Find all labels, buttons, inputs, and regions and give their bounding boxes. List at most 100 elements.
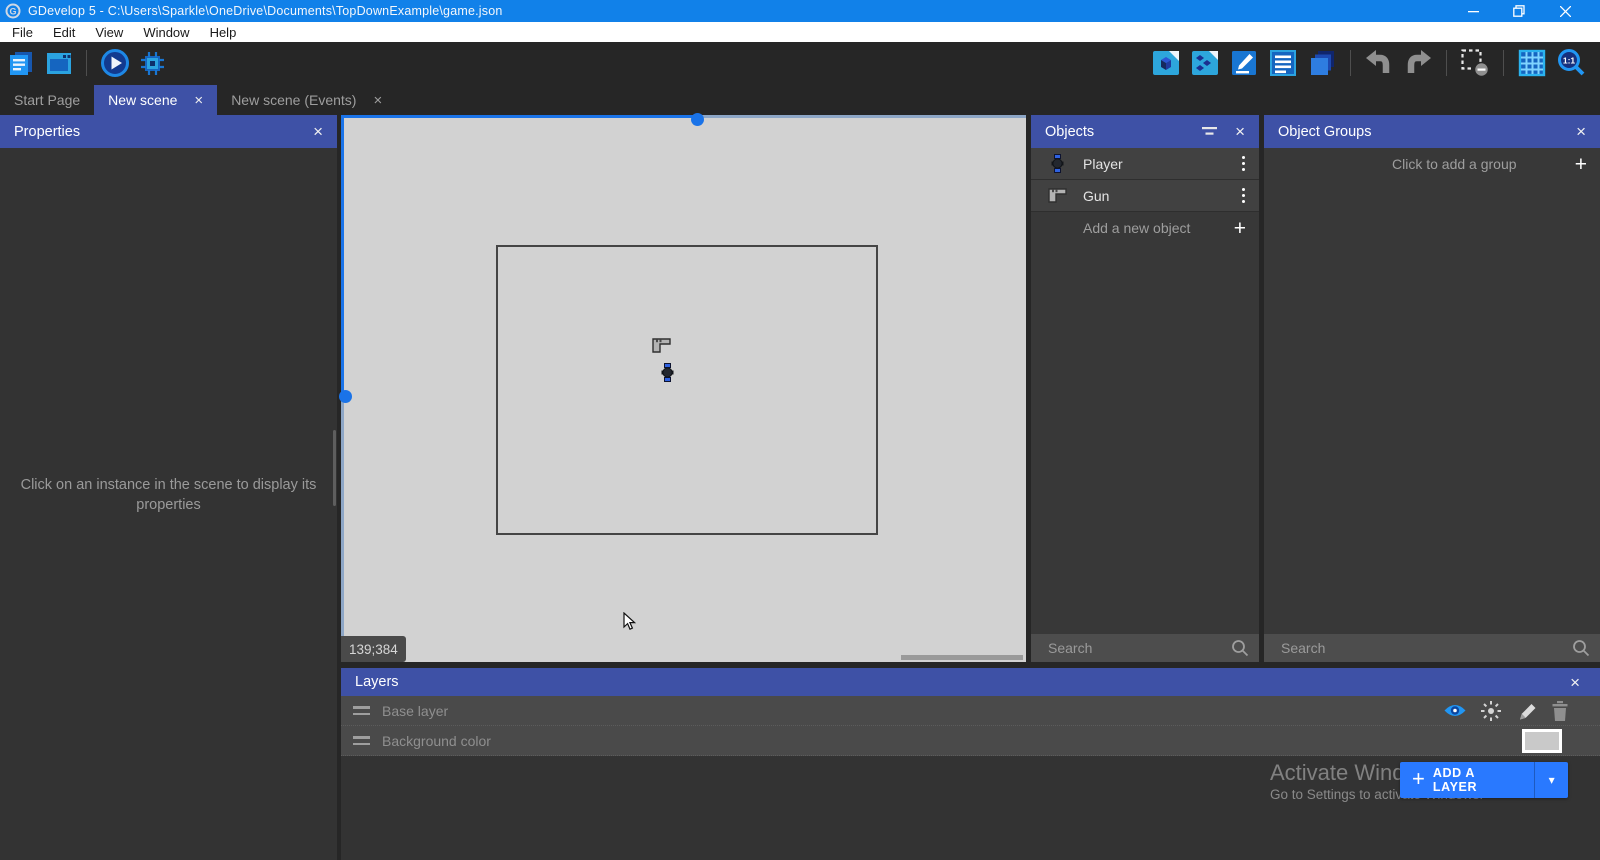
properties-panel: Properties × Click on an instance in the…	[0, 115, 337, 860]
toolbar-separator	[86, 50, 87, 76]
debug-icon[interactable]	[137, 48, 167, 78]
layer-effects-icon[interactable]	[1480, 700, 1502, 722]
add-group-button[interactable]: Click to add a group +	[1264, 148, 1600, 180]
object-groups-panel: Object Groups × Click to add a group +	[1264, 115, 1600, 662]
gdevelop-window: G GDevelop 5 - C:\Users\Sparkle\OneDrive…	[0, 0, 1600, 860]
tab-label: New scene	[108, 92, 177, 108]
resize-handle-left[interactable]	[339, 390, 352, 403]
add-group-label: Click to add a group	[1392, 156, 1517, 172]
add-a-layer-button[interactable]: + ADD A LAYER ▾	[1400, 762, 1568, 798]
panel-title: Layers	[355, 674, 399, 690]
object-row-player[interactable]: Player	[1031, 148, 1259, 180]
project-manager-icon[interactable]	[6, 48, 36, 78]
object-groups-icon[interactable]	[1190, 48, 1220, 78]
add-object-label: Add a new object	[1083, 220, 1190, 236]
close-icon[interactable]: ×	[313, 123, 323, 140]
restore-button[interactable]	[1496, 0, 1542, 22]
edit-layer-pencil-icon[interactable]	[1515, 700, 1537, 722]
menu-help[interactable]: Help	[200, 22, 247, 42]
toolbar-left-group	[6, 48, 167, 78]
layer-actions	[1443, 700, 1570, 722]
menu-window[interactable]: Window	[133, 22, 199, 42]
properties-header: Properties ×	[0, 115, 337, 148]
groups-search-input[interactable]	[1264, 634, 1600, 662]
svg-text:G: G	[9, 7, 16, 17]
visibility-eye-icon[interactable]	[1443, 702, 1467, 719]
game-window-outline	[496, 245, 878, 535]
panel-title: Properties	[14, 124, 80, 140]
instances-list-icon[interactable]	[1268, 48, 1298, 78]
tab-label: Start Page	[14, 92, 80, 108]
search-icon	[1231, 639, 1249, 657]
main-toolbar: 1:1	[0, 42, 1600, 85]
zoom-original-icon[interactable]: 1:1	[1556, 48, 1586, 78]
toolbar-separator	[1446, 50, 1447, 76]
add-new-object-button[interactable]: Add a new object +	[1031, 212, 1259, 244]
undo-icon[interactable]	[1364, 48, 1394, 78]
search-icon	[1572, 639, 1590, 657]
object-row-gun[interactable]: Gun	[1031, 180, 1259, 212]
tab-new-scene[interactable]: New scene ×	[94, 85, 217, 115]
gun-thumbnail-icon	[1031, 188, 1083, 203]
close-icon[interactable]: ×	[1570, 674, 1580, 691]
objects-editor-icon[interactable]	[1151, 48, 1181, 78]
tab-new-scene-events[interactable]: New scene (Events) ×	[217, 85, 396, 115]
window-selection-border	[697, 115, 1026, 118]
resize-handle-top[interactable]	[691, 113, 704, 126]
canvas-horizontal-scrollbar[interactable]	[901, 655, 1023, 660]
menu-edit[interactable]: Edit	[43, 22, 85, 42]
tab-close-icon[interactable]: ×	[373, 93, 382, 108]
background-color-swatch[interactable]	[1522, 729, 1562, 753]
mouse-cursor	[623, 612, 636, 631]
objects-panel: Objects × Player Gun Add a new object +	[1031, 115, 1259, 662]
menu-bar: File Edit View Window Help	[0, 22, 1600, 42]
tab-start-page[interactable]: Start Page	[0, 85, 94, 115]
objects-search-input[interactable]	[1031, 634, 1259, 662]
toolbar-separator	[1350, 50, 1351, 76]
toolbar-right-group: 1:1	[1151, 48, 1586, 78]
properties-scrollbar[interactable]	[333, 430, 336, 506]
window-selection-border	[341, 396, 344, 662]
svg-text:1:1: 1:1	[1563, 56, 1576, 66]
menu-view[interactable]: View	[85, 22, 133, 42]
tab-close-icon[interactable]: ×	[194, 93, 203, 108]
play-icon[interactable]	[99, 48, 129, 78]
layer-row-background-color[interactable]: Background color	[341, 726, 1600, 756]
gdevelop-logo-icon: G	[5, 3, 21, 19]
add-layer-label: ADD A LAYER	[1433, 766, 1522, 794]
minimize-button[interactable]	[1450, 0, 1496, 22]
cursor-coordinates-badge: 139;384	[341, 636, 406, 662]
grid-icon[interactable]	[1517, 48, 1547, 78]
redo-icon[interactable]	[1403, 48, 1433, 78]
layers-header: Layers ×	[341, 668, 1600, 696]
editor-tabbar: Start Page New scene × New scene (Events…	[0, 85, 1600, 115]
player-instance[interactable]	[661, 363, 674, 382]
window-title: GDevelop 5 - C:\Users\Sparkle\OneDrive\D…	[28, 4, 503, 18]
object-groups-header: Object Groups ×	[1264, 115, 1600, 148]
close-button[interactable]	[1542, 0, 1588, 22]
layer-row-base[interactable]: Base layer	[341, 696, 1600, 726]
scene-canvas[interactable]: 139;384	[341, 115, 1026, 662]
plus-icon: +	[1575, 154, 1587, 175]
chevron-down-icon[interactable]: ▾	[1535, 773, 1568, 787]
close-icon[interactable]: ×	[1576, 123, 1586, 140]
drag-handle-icon[interactable]	[353, 736, 370, 745]
scene-window-icon[interactable]	[44, 48, 74, 78]
gun-instance[interactable]	[652, 338, 671, 353]
groups-search-bar	[1264, 634, 1600, 662]
tab-label: New scene (Events)	[231, 92, 356, 108]
close-icon[interactable]: ×	[1235, 123, 1245, 140]
menu-file[interactable]: File	[2, 22, 43, 42]
title-bar: G GDevelop 5 - C:\Users\Sparkle\OneDrive…	[0, 0, 1600, 22]
delete-layer-trash-icon[interactable]	[1550, 700, 1570, 722]
drag-handle-icon[interactable]	[353, 706, 370, 715]
filter-icon[interactable]	[1202, 126, 1217, 137]
properties-editor-icon[interactable]	[1229, 48, 1259, 78]
object-menu-icon[interactable]	[1242, 156, 1245, 171]
panel-title: Object Groups	[1278, 124, 1372, 140]
deselect-icon[interactable]	[1460, 48, 1490, 78]
object-name: Gun	[1083, 188, 1109, 204]
layers-editor-icon[interactable]	[1307, 48, 1337, 78]
object-menu-icon[interactable]	[1242, 188, 1245, 203]
toolbar-separator	[1503, 50, 1504, 76]
